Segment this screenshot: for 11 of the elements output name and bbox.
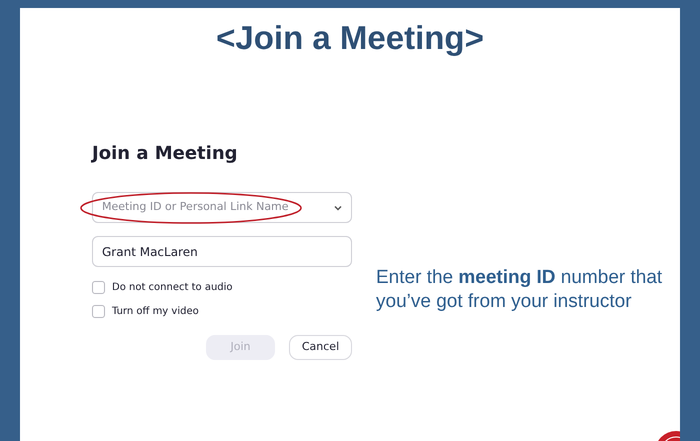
checkbox[interactable] <box>92 305 105 318</box>
instruction-text: Enter the meeting ID number that you’ve got from your instructor <box>376 266 664 314</box>
chevron-down-icon <box>334 204 342 210</box>
option-label: Turn off my video <box>112 305 199 319</box>
checkbox[interactable] <box>92 281 105 294</box>
dialog-heading: Join a Meeting <box>92 142 238 166</box>
meeting-id-dropdown[interactable]: Meeting ID or Personal Link Name <box>92 192 352 223</box>
name-field[interactable]: Grant MacLaren <box>92 236 352 267</box>
option-label: Do not connect to audio <box>112 281 233 295</box>
cancel-button[interactable]: Cancel <box>289 335 352 360</box>
slide-title: <Join a Meeting> <box>216 18 484 58</box>
